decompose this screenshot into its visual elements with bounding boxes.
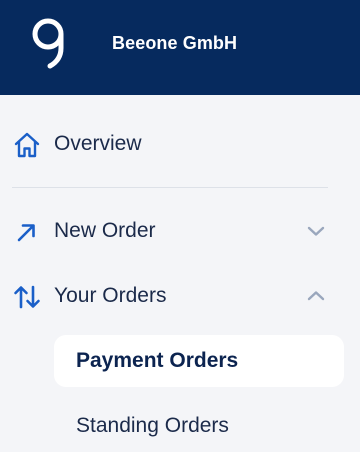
chevron-up-icon[interactable] [304, 286, 328, 306]
sidebar-subitem-label: Payment Orders [76, 349, 239, 372]
sidebar-item-label: Overview [54, 132, 142, 155]
app-header: Beeone GmbH [0, 0, 360, 95]
chevron-down-icon[interactable] [304, 221, 328, 241]
sidebar-item-overview[interactable]: Overview [0, 122, 360, 166]
sidebar-subitem-standing-orders[interactable]: Standing Orders [54, 400, 344, 452]
sidebar-item-your-orders[interactable]: Your Orders [0, 274, 360, 318]
sidebar-item-label: New Order [54, 219, 156, 242]
arrows-up-down-icon [14, 285, 40, 309]
beeone-logo-icon[interactable] [28, 14, 72, 70]
sidebar-item-label: Your Orders [54, 284, 167, 307]
sidebar-nav: Overview New Order Your Orders Payment O… [0, 95, 360, 452]
home-icon [14, 132, 40, 158]
company-name: Beeone GmbH [112, 33, 238, 53]
sidebar-subitem-payment-orders[interactable]: Payment Orders [54, 335, 344, 387]
arrow-up-right-icon [17, 224, 35, 242]
sidebar-subitem-label: Standing Orders [76, 414, 229, 437]
sidebar-item-new-order[interactable]: New Order [0, 209, 360, 253]
sidebar-divider [12, 187, 328, 188]
